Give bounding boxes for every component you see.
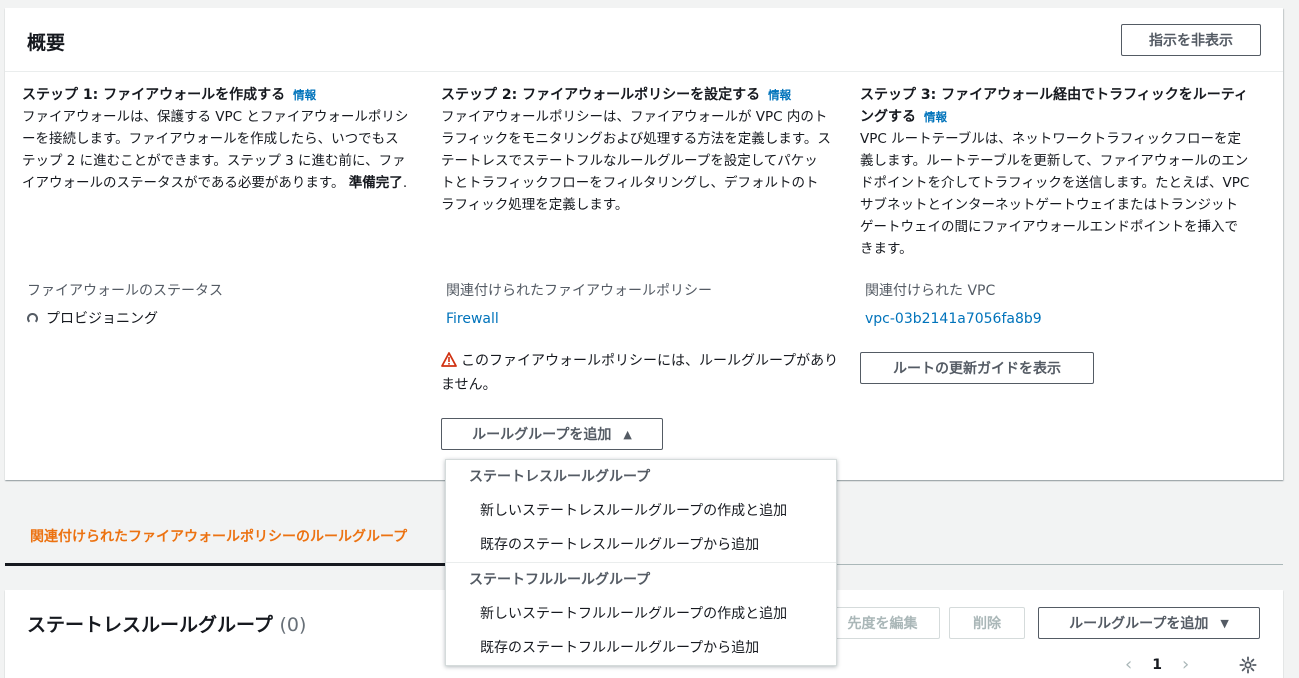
step-2-description: ファイアウォールポリシーは、ファイアウォールが VPC 内のトラフィックをモニタ… [441,109,831,213]
step-2-info-link[interactable]: 情報 [768,88,791,102]
tab-active-indicator [5,563,445,566]
tab-associated-rule-groups[interactable]: 関連付けられたファイアウォールポリシーのルールグループ [30,526,407,546]
hide-instructions-button[interactable]: 指示を非表示 [1121,24,1261,56]
dropdown-group-stateless: ステートレスルールグループ [469,469,651,485]
add-rule-group-button[interactable]: ルールグループを追加 ▲ [441,418,663,450]
stateless-title: ステートレスルールグループ (0) [27,610,306,637]
delete-button[interactable]: 削除 [949,607,1025,639]
step-2-title: ステップ 2: ファイアウォールポリシーを設定する [441,87,761,103]
no-rule-group-warning: このファイアウォールポリシーには、ルールグループがありません。 [441,350,841,396]
step-2: ステップ 2: ファイアウォールポリシーを設定する 情報 ファイアウォールポリシー… [441,84,831,216]
step-1-status-ready: 準備完了 [348,175,403,191]
page-number[interactable]: 1 [1152,657,1162,673]
edit-priority-button[interactable]: 先度を編集 [825,607,940,639]
pagination: ‹ 1 › [1125,654,1189,675]
step-3-info-link[interactable]: 情報 [924,110,947,124]
view-route-guide-button[interactable]: ルートの更新ガイドを表示 [860,352,1094,384]
dropdown-item-create-stateless[interactable]: 新しいステートレスルールグループの作成と追加 [446,494,836,528]
step-3-description: VPC ルートテーブルは、ネットワークトラフィックフローを定義します。ルートテー… [860,131,1250,257]
caret-down-icon: ▼ [1220,616,1229,630]
vpc-label: 関連付けられた VPC [865,283,996,299]
overview-title: 概要 [27,32,66,54]
vpc-field: 関連付けられた VPC vpc-03b2141a7056fa8b9 [865,280,1255,330]
dropdown-item-existing-stateful[interactable]: 既存のステートフルルールグループから追加 [446,631,836,665]
dropdown-item-create-stateful[interactable]: 新しいステートフルルールグループの作成と追加 [446,597,836,631]
chevron-left-icon[interactable]: ‹ [1125,654,1132,675]
caret-up-icon: ▲ [623,427,632,441]
gear-icon[interactable] [1239,656,1257,678]
dropdown-item-existing-stateless[interactable]: 既存のステートレスルールグループから追加 [446,528,836,562]
firewall-status-label: ファイアウォールのステータス [27,283,223,299]
add-rule-group-label: ルールグループを追加 [472,427,612,443]
warning-icon [441,352,457,374]
warning-text: このファイアウォールポリシーには、ルールグループがありません。 [441,353,839,393]
add-rule-group-dropdown: ステートレスルールグループ 新しいステートレスルールグループの作成と追加 既存の… [445,459,837,666]
step-1-description-tail: . [402,175,408,191]
policy-label: 関連付けられたファイアウォールポリシー [446,283,712,299]
step-3-title: ステップ 3: ファイアウォール経由でトラフィックをルーティングする [860,87,1248,125]
chevron-right-icon[interactable]: › [1182,654,1189,675]
step-1-info-link[interactable]: 情報 [293,88,316,102]
add-stateless-rule-group-button[interactable]: ルールグループを追加 ▼ [1038,607,1260,639]
vpc-link[interactable]: vpc-03b2141a7056fa8b9 [865,311,1042,327]
step-1-title: ステップ 1: ファイアウォールを作成する [22,87,286,103]
step-3: ステップ 3: ファイアウォール経由でトラフィックをルーティングする 情報 VPC… [860,84,1250,260]
stateless-count: (0) [279,614,307,636]
step-1-description: ファイアウォールは、保護する VPC とファイアウォールポリシーを接続します。フ… [22,106,412,194]
firewall-status-field: ファイアウォールのステータス プロビジョニング [27,280,417,330]
dropdown-group-stateful: ステートフルルールグループ [469,572,651,588]
firewall-status-text: プロビジョニング [46,311,158,327]
firewall-status-value: プロビジョニング [27,308,417,330]
add-stateless-label: ルールグループを追加 [1069,616,1209,632]
loading-spinner-icon [27,313,38,324]
policy-link[interactable]: Firewall [446,311,499,327]
policy-field: 関連付けられたファイアウォールポリシー Firewall [446,280,836,330]
overview-header: 概要 指示を非表示 [5,8,1283,72]
step-1: ステップ 1: ファイアウォールを作成する 情報 ファイアウォールは、保護する V… [22,84,412,194]
stateless-title-text: ステートレスルールグループ [27,614,273,636]
